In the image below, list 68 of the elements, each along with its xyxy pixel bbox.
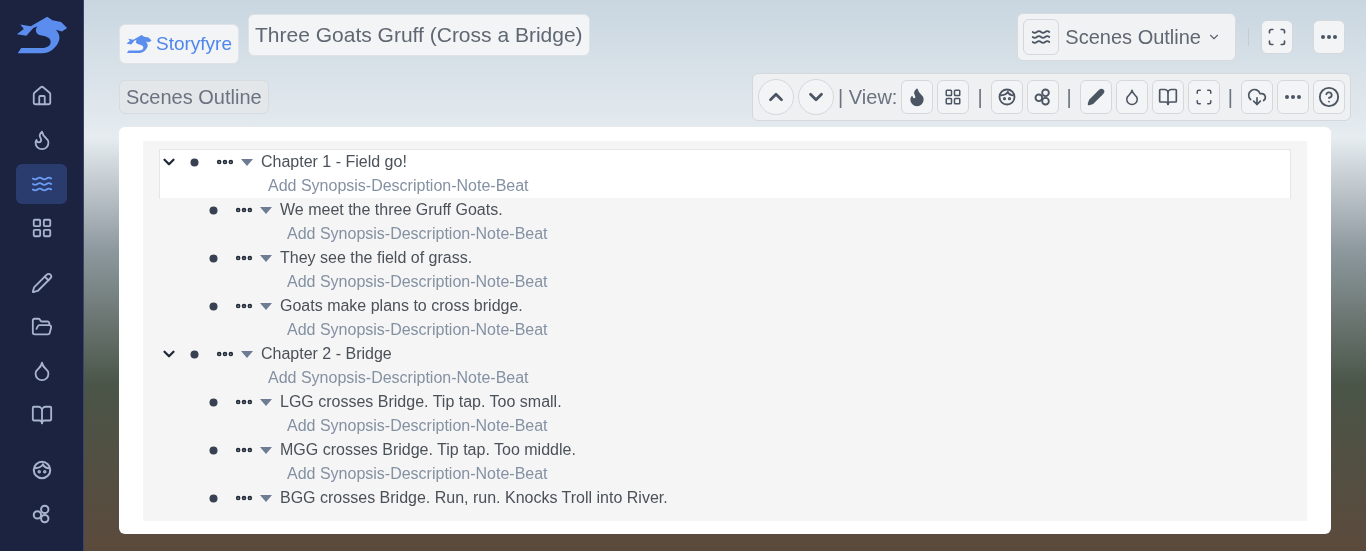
project-title: Three Goats Gruff (Cross a Bridge) [248,14,590,56]
bullet-icon[interactable] [209,205,218,215]
more-icon [1321,35,1337,39]
pencil-button[interactable] [1079,80,1112,114]
outline-item-title[interactable]: Goats make plans to cross bridge. [280,294,523,318]
outline-item-title[interactable]: Chapter 2 - Bridge [261,342,392,366]
folder-icon [30,316,53,338]
toolbar-separator: | [1065,85,1073,110]
caret-icon[interactable] [260,206,272,214]
fullscreen-icon [1267,27,1287,47]
dragon-logo-icon [126,34,152,54]
book-button[interactable] [1151,80,1184,114]
caret-icon[interactable] [260,446,272,454]
fullscreen-button[interactable] [1261,20,1293,54]
bullet-icon[interactable] [209,493,218,503]
grid-icon [30,217,53,239]
grid-icon [944,88,963,106]
face-icon [996,87,1017,107]
move-up-button[interactable] [758,79,795,115]
outline-row[interactable]: Chapter 1 - Field go! Add Synopsis-Description-Note-Beat [160,150,1290,198]
cloud-download-icon [1247,87,1267,107]
view-selector-dropdown[interactable]: Scenes Outline [1017,13,1236,61]
move-down-button[interactable] [798,79,835,115]
more-button[interactable] [1277,80,1309,114]
caret-icon[interactable] [260,494,272,502]
bullet-icon[interactable] [190,157,199,167]
help-icon [1318,86,1340,108]
help-button[interactable] [1313,80,1345,114]
more-icon [1285,95,1301,99]
pencil-icon [30,272,53,294]
toolbar-separator: | [1226,85,1234,110]
fullscreen-icon [1194,88,1213,106]
outline-item-title[interactable]: BGG crosses Bridge. Run, run. Knocks Troll into River. [280,486,668,510]
grid-button[interactable] [937,80,970,114]
view-label: | View: [838,85,898,110]
bullet-icon[interactable] [190,349,199,359]
bullet-icon[interactable] [209,445,218,455]
flame-button[interactable] [901,80,934,114]
outline-item-title[interactable]: Chapter 1 - Field go! [261,150,407,174]
book-icon [1157,87,1178,107]
toolbar-separator: | [976,85,984,110]
caret-icon[interactable] [260,254,272,262]
fullscreen-button[interactable] [1187,80,1220,114]
section-label: Scenes Outline [119,80,269,114]
cloud-download-button[interactable] [1241,80,1273,114]
dragon-logo-icon [15,15,68,55]
caret-icon[interactable] [260,398,272,406]
sidebar-nav-button[interactable] [16,164,67,204]
bullet-icon[interactable] [209,253,218,263]
caret-icon[interactable] [241,350,253,358]
face-icon [30,459,53,481]
caret-icon[interactable] [241,158,253,166]
outline-item-title[interactable]: We meet the three Gruff Goats. [280,198,503,222]
bullet-icon[interactable] [209,301,218,311]
circles-icon [1032,87,1053,107]
outline-item-title[interactable]: MGG crosses Bridge. Tip tap. Too middle. [280,438,576,462]
face-button[interactable] [990,80,1023,114]
outline-item-title[interactable]: They see the field of grass. [280,246,473,270]
outline-item-title[interactable]: LGG crosses Bridge. Tip tap. Too small. [280,390,562,414]
more-button[interactable] [1313,20,1345,54]
caret-icon[interactable] [260,302,272,310]
bullet-icon[interactable] [209,397,218,407]
home-icon [30,85,53,107]
book-icon [30,404,53,426]
droplet-button[interactable] [1115,80,1148,114]
pencil-icon [1086,88,1105,106]
circles-button[interactable] [1026,80,1059,114]
waves-icon [1023,19,1060,55]
